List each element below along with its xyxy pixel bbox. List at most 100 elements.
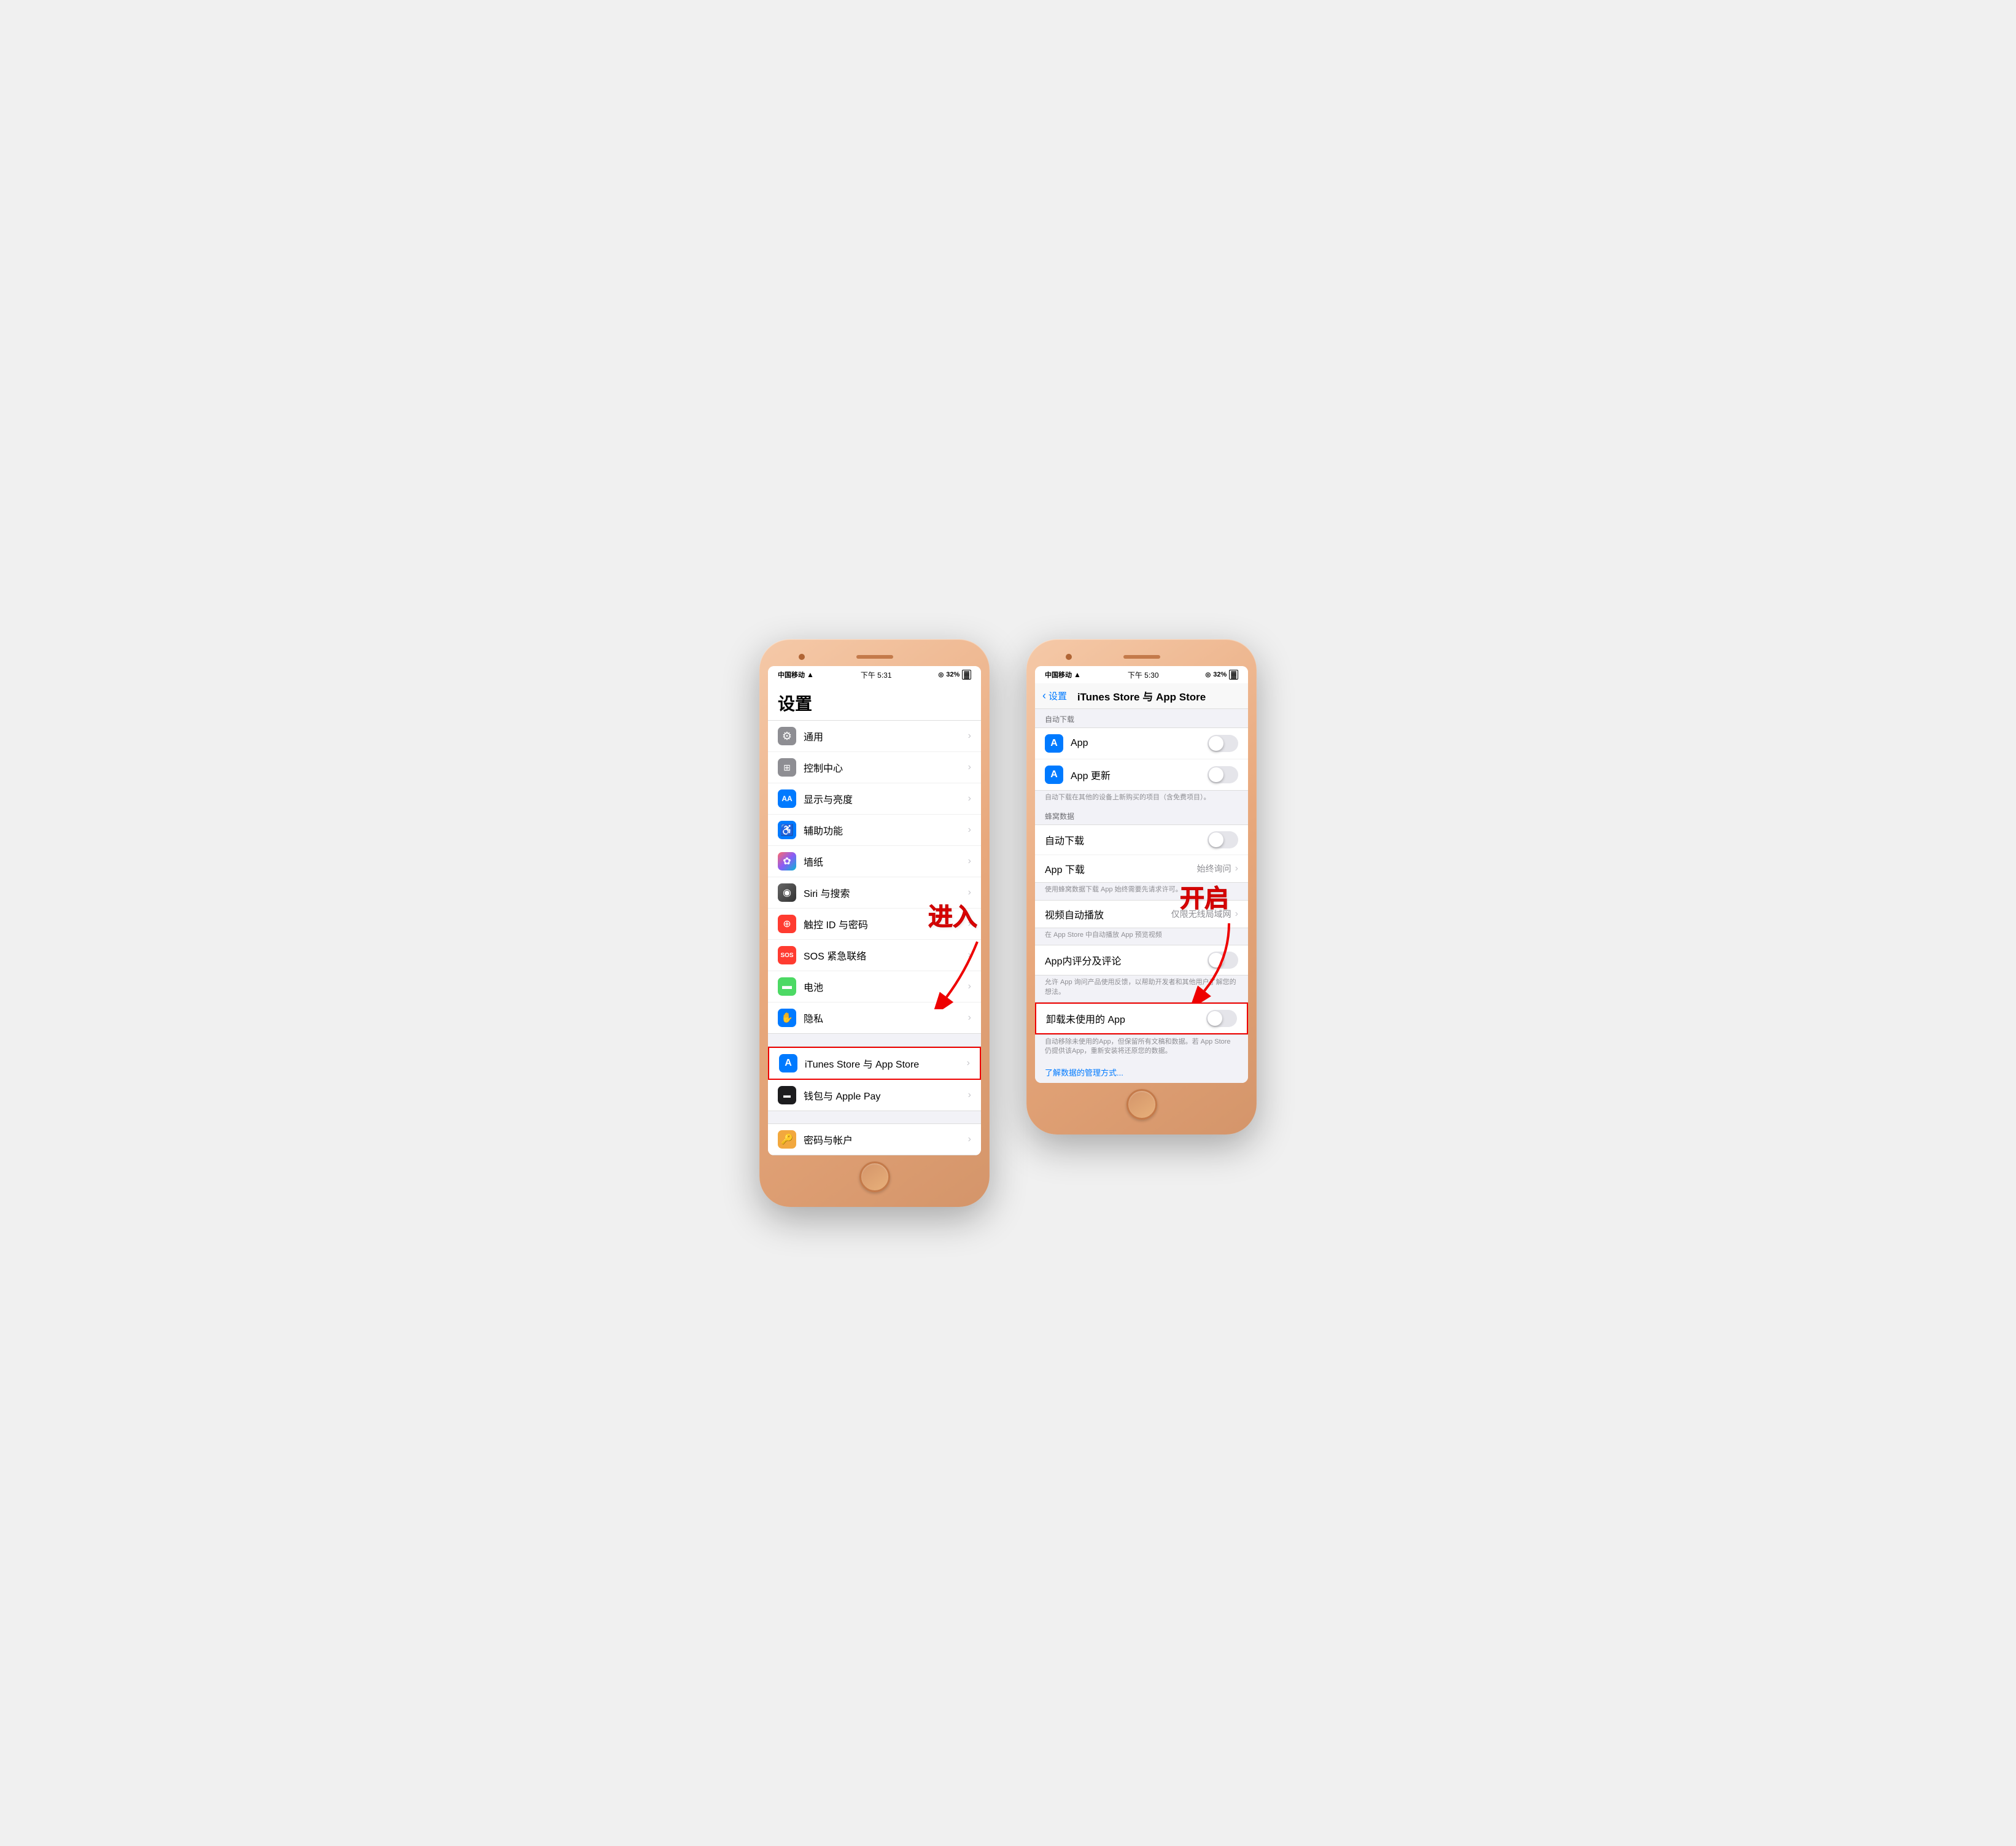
siri-label: Siri 与搜索	[804, 885, 968, 900]
battery-icon: ▓	[962, 670, 971, 680]
control-icon: ⊞	[778, 758, 796, 777]
settings-item-wallet[interactable]: ▬ 钱包与 Apple Pay ›	[768, 1080, 981, 1111]
settings-item-battery[interactable]: ▬ 电池 ›	[768, 971, 981, 1003]
settings-item-general[interactable]: ⚙ 通用 ›	[768, 721, 981, 752]
ratings-toggle[interactable]	[1208, 952, 1238, 969]
settings-item-display[interactable]: AA 显示与亮度 ›	[768, 783, 981, 815]
ratings-label: App内评分及评论	[1045, 953, 1208, 968]
wallpaper-chevron: ›	[968, 856, 971, 867]
section2-header: 蜂窝数据	[1045, 812, 1074, 821]
page-wrapper: 中国移动 ▲ 下午 5:31 ◎ 32% ▓ 设置 ⚙	[759, 639, 1257, 1207]
control-label: 控制中心	[804, 760, 968, 775]
privacy-symbol: ✋	[781, 1012, 793, 1024]
status-right2: ◎ 32% ▓	[1205, 670, 1238, 680]
front-camera	[799, 654, 805, 660]
cellular-auto-toggle[interactable]	[1208, 831, 1238, 848]
accessibility-label: 辅助功能	[804, 823, 968, 837]
app-update-toggle-knob	[1209, 767, 1223, 782]
settings-item-control[interactable]: ⊞ 控制中心 ›	[768, 752, 981, 783]
wallpaper-icon: ✿	[778, 852, 796, 871]
battery-percent: 32%	[946, 671, 960, 678]
wallet-chevron: ›	[968, 1090, 971, 1101]
settings-item-passwords[interactable]: 🔑 密码与帐户 ›	[768, 1124, 981, 1155]
location-icon: ◎	[938, 672, 944, 678]
unload-note: 自动移除未使用的App，但保留所有文稿和数据。若 App Store 仍提供该A…	[1035, 1035, 1248, 1061]
settings-list-bottom: 🔑 密码与帐户 ›	[768, 1123, 981, 1155]
app-icon: A	[1045, 734, 1063, 753]
settings-item-app[interactable]: A App	[1035, 728, 1248, 759]
nav-bar2: ‹ 设置 iTunes Store 与 App Store	[1035, 683, 1248, 709]
display-symbol: AA	[781, 794, 792, 803]
settings-item-siri[interactable]: ◉ Siri 与搜索 ›	[768, 877, 981, 909]
nav-title: iTunes Store 与 App Store	[1077, 688, 1206, 704]
phone1-bottom	[768, 1155, 981, 1198]
cellular-note: 使用蜂窝数据下载 App 始终需要先请求许可。	[1035, 883, 1248, 899]
gear-icon: ⚙	[782, 730, 792, 743]
touchid-icon: ⊕	[778, 915, 796, 933]
wallet-symbol: ▬	[783, 1091, 791, 1099]
app-update-toggle[interactable]	[1208, 766, 1238, 783]
touchid-symbol: ⊕	[783, 918, 791, 930]
privacy-icon: ✋	[778, 1009, 796, 1027]
battery-icon2: ▓	[1229, 670, 1238, 680]
itunes-symbol: A	[785, 1058, 792, 1069]
sos-chevron: ›	[968, 950, 971, 961]
settings-item-touchid[interactable]: ⊕ 触控 ID 与密码 ›	[768, 909, 981, 940]
settings-item-accessibility[interactable]: ♿ 辅助功能 ›	[768, 815, 981, 846]
passwords-label: 密码与帐户	[804, 1132, 968, 1147]
section-cellular-header: 蜂窝数据	[1035, 807, 1248, 824]
display-chevron: ›	[968, 793, 971, 804]
settings-list-highlighted: A iTunes Store 与 App Store › ▬ 钱包与 Apple…	[768, 1046, 981, 1111]
speaker2	[1123, 655, 1160, 659]
carrier-label2: 中国移动	[1045, 670, 1072, 680]
control-chevron: ›	[968, 762, 971, 773]
siri-chevron: ›	[968, 887, 971, 898]
learn-more-link[interactable]: 了解数据的管理方式...	[1035, 1061, 1248, 1083]
wallet-label: 钱包与 Apple Pay	[804, 1088, 968, 1103]
section1-header: 自动下载	[1045, 715, 1074, 724]
home-button1[interactable]	[859, 1162, 890, 1192]
settings-item-video[interactable]: 视频自动播放 仅限无线局域网 ›	[1035, 901, 1248, 928]
settings-item-itunes[interactable]: A iTunes Store 与 App Store ›	[768, 1047, 981, 1080]
general-label: 通用	[804, 729, 968, 743]
settings-item-cellular-auto[interactable]: 自动下载	[1035, 825, 1248, 855]
app-download-chevron: ›	[1235, 863, 1238, 874]
display-label: 显示与亮度	[804, 791, 968, 806]
settings-item-privacy[interactable]: ✋ 隐私 ›	[768, 1003, 981, 1033]
app-update-label: App 更新	[1071, 767, 1208, 782]
home-button2[interactable]	[1126, 1089, 1157, 1120]
nav-back-button[interactable]: ‹ 设置	[1042, 689, 1067, 702]
settings-item-app-download[interactable]: App 下载 始终询问 ›	[1035, 855, 1248, 882]
settings-item-ratings[interactable]: App内评分及评论	[1035, 945, 1248, 975]
cellular-auto-knob	[1209, 832, 1223, 847]
touchid-label: 触控 ID 与密码	[804, 917, 968, 931]
sos-label: SOS 紧急联络	[804, 948, 968, 963]
settings-title: 设置	[768, 683, 981, 720]
touchid-chevron: ›	[968, 918, 971, 929]
battery-percent2: 32%	[1213, 671, 1227, 678]
video-chevron: ›	[1235, 909, 1238, 920]
sos-icon: SOS	[778, 946, 796, 964]
settings-item-sos[interactable]: SOS SOS 紧急联络 ›	[768, 940, 981, 971]
app-toggle-knob	[1209, 736, 1223, 751]
status-bar: 中国移动 ▲ 下午 5:31 ◎ 32% ▓	[768, 666, 981, 683]
wifi-icon: ▲	[807, 670, 814, 679]
nav-back-label: 设置	[1049, 689, 1067, 702]
general-chevron: ›	[968, 731, 971, 742]
itunes-label: iTunes Store 与 App Store	[805, 1056, 967, 1071]
accessibility-chevron: ›	[968, 824, 971, 836]
settings-item-wallpaper[interactable]: ✿ 墙纸 ›	[768, 846, 981, 877]
unload-label: 卸载未使用的 App	[1046, 1011, 1206, 1026]
battery-symbol: ▬	[782, 981, 792, 992]
status-right: ◎ 32% ▓	[938, 670, 971, 680]
accessibility-symbol: ♿	[780, 824, 794, 837]
app-toggle[interactable]	[1208, 735, 1238, 752]
section-auto-download-header: 自动下载	[1035, 709, 1248, 727]
cellular-auto-label: 自动下载	[1045, 832, 1208, 847]
settings-item-unload[interactable]: 卸载未使用的 App	[1035, 1003, 1248, 1034]
settings-item-app-update[interactable]: A App 更新	[1035, 759, 1248, 790]
phone2-screen: 中国移动 ▲ 下午 5:30 ◎ 32% ▓ ‹ 设置 iTunes Store…	[1035, 666, 1248, 1083]
auto-download-list: A App A App 更新	[1035, 727, 1248, 791]
unload-toggle[interactable]	[1206, 1010, 1237, 1027]
wallet-icon: ▬	[778, 1086, 796, 1104]
